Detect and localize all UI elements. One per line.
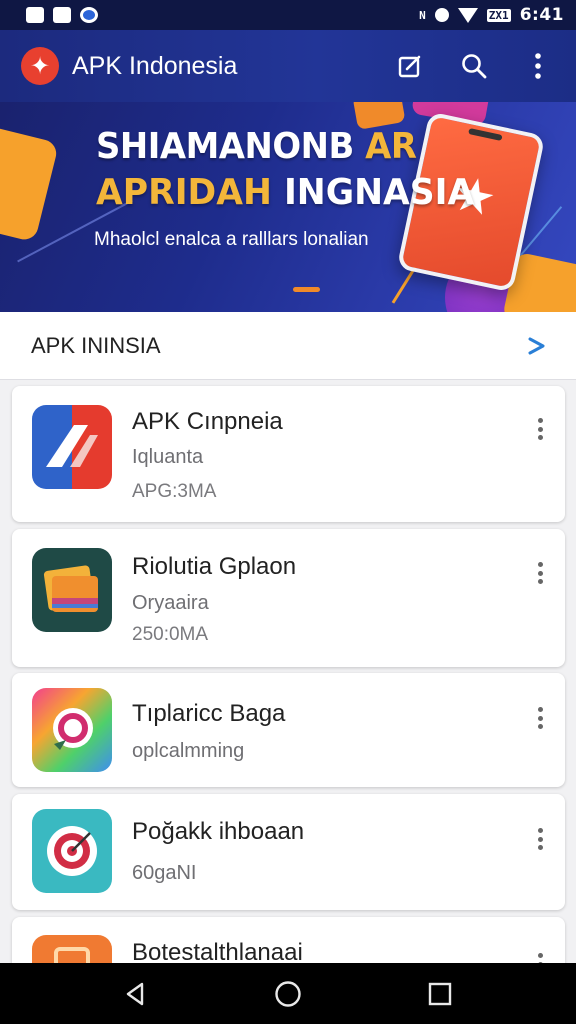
status-left [26,7,98,23]
image-icon [53,7,71,23]
section-more-button[interactable] [522,331,552,361]
app-icon [32,405,112,489]
chat-app-icon [53,708,93,750]
edit-icon [398,55,421,78]
recents-icon [428,982,452,1005]
app-name: APK Cınpneia [132,408,283,435]
nfc-icon: N [419,8,426,22]
apk-logo-icon [46,425,98,467]
chevron-right-icon [528,337,545,354]
banner-subtitle: Mhaolcl enalca a ralllars lonalian [94,229,369,250]
status-right: N ZX1 6:41 [419,5,564,25]
status-time: 6:41 [519,5,564,25]
banner-headline-2-white: INGNASIA [283,172,475,213]
folder-app-icon [43,565,98,612]
app-name: Riolutia Gplaon [132,553,297,580]
app-developer: Oryaaira [132,592,209,614]
app-list-item[interactable]: Riolutia Gplaon Oryaaira 250:0MA [12,529,565,667]
banner-headline-1: SHIAMANONB AR [96,126,417,167]
status-bar: N ZX1 6:41 [0,0,576,30]
back-button[interactable] [114,972,158,1016]
phone-notch [468,128,503,141]
app-developer: Iqluanta [132,446,204,468]
target-app-icon [47,826,97,876]
home-icon [275,980,301,1007]
app-list-item[interactable]: Tıplaricc Baga oplcalmming [12,673,565,787]
app-developer: oplcalmming [132,740,245,762]
app-list-item[interactable]: APK Cınpneia Iqluanta APG:3MA [12,386,565,522]
wifi-icon [457,7,478,23]
banner-headline-1-accent: AR [365,126,417,167]
battery-icon: ZX1 [486,8,511,22]
app-icon [32,548,112,632]
app-name: Poğakk ihboaan [132,818,305,845]
app-size: 250:0MA [132,624,209,645]
app-title: APK Indonesia [72,51,238,80]
vpn-icon [80,7,98,23]
app-icon [32,688,112,772]
more-options-button[interactable] [533,705,547,731]
shield-icon [434,8,449,22]
system-nav-bar [0,963,576,1024]
more-vert-icon [535,53,541,79]
home-button[interactable] [266,972,310,1016]
app-name: Tıplaricc Baga [132,700,286,727]
app-logo-icon: ✦ [21,47,59,85]
more-options-button[interactable] [533,560,547,586]
recents-button[interactable] [418,972,462,1016]
search-icon [462,54,487,79]
overflow-menu-button[interactable] [518,46,558,86]
app-list-item[interactable]: Poğakk ihboaan 60gaNI [12,794,565,910]
app-size: APG:3MA [132,481,217,502]
banner-headline-1-white: SHIAMANONB [96,126,366,167]
banner-pager-indicator [293,287,320,292]
notification-icon [26,7,44,23]
section-header[interactable]: APK ININSIA [0,312,576,380]
more-options-button[interactable] [533,416,547,442]
app-developer: 60gaNI [132,862,197,884]
app-bar: ✦ APK Indonesia [0,30,576,102]
promo-banner[interactable]: ★ SHIAMANONB AR APRIDAH INGNASIA Mhaolcl… [0,102,576,312]
section-title: APK ININSIA [31,332,161,358]
back-icon [126,982,144,1005]
edit-button[interactable] [390,46,430,86]
banner-decoration [0,123,60,243]
banner-headline-2-accent: APRIDAH [96,172,284,213]
search-button[interactable] [454,46,494,86]
banner-headline-2: APRIDAH INGNASIA [96,172,474,213]
more-options-button[interactable] [533,826,547,852]
app-icon [32,809,112,893]
